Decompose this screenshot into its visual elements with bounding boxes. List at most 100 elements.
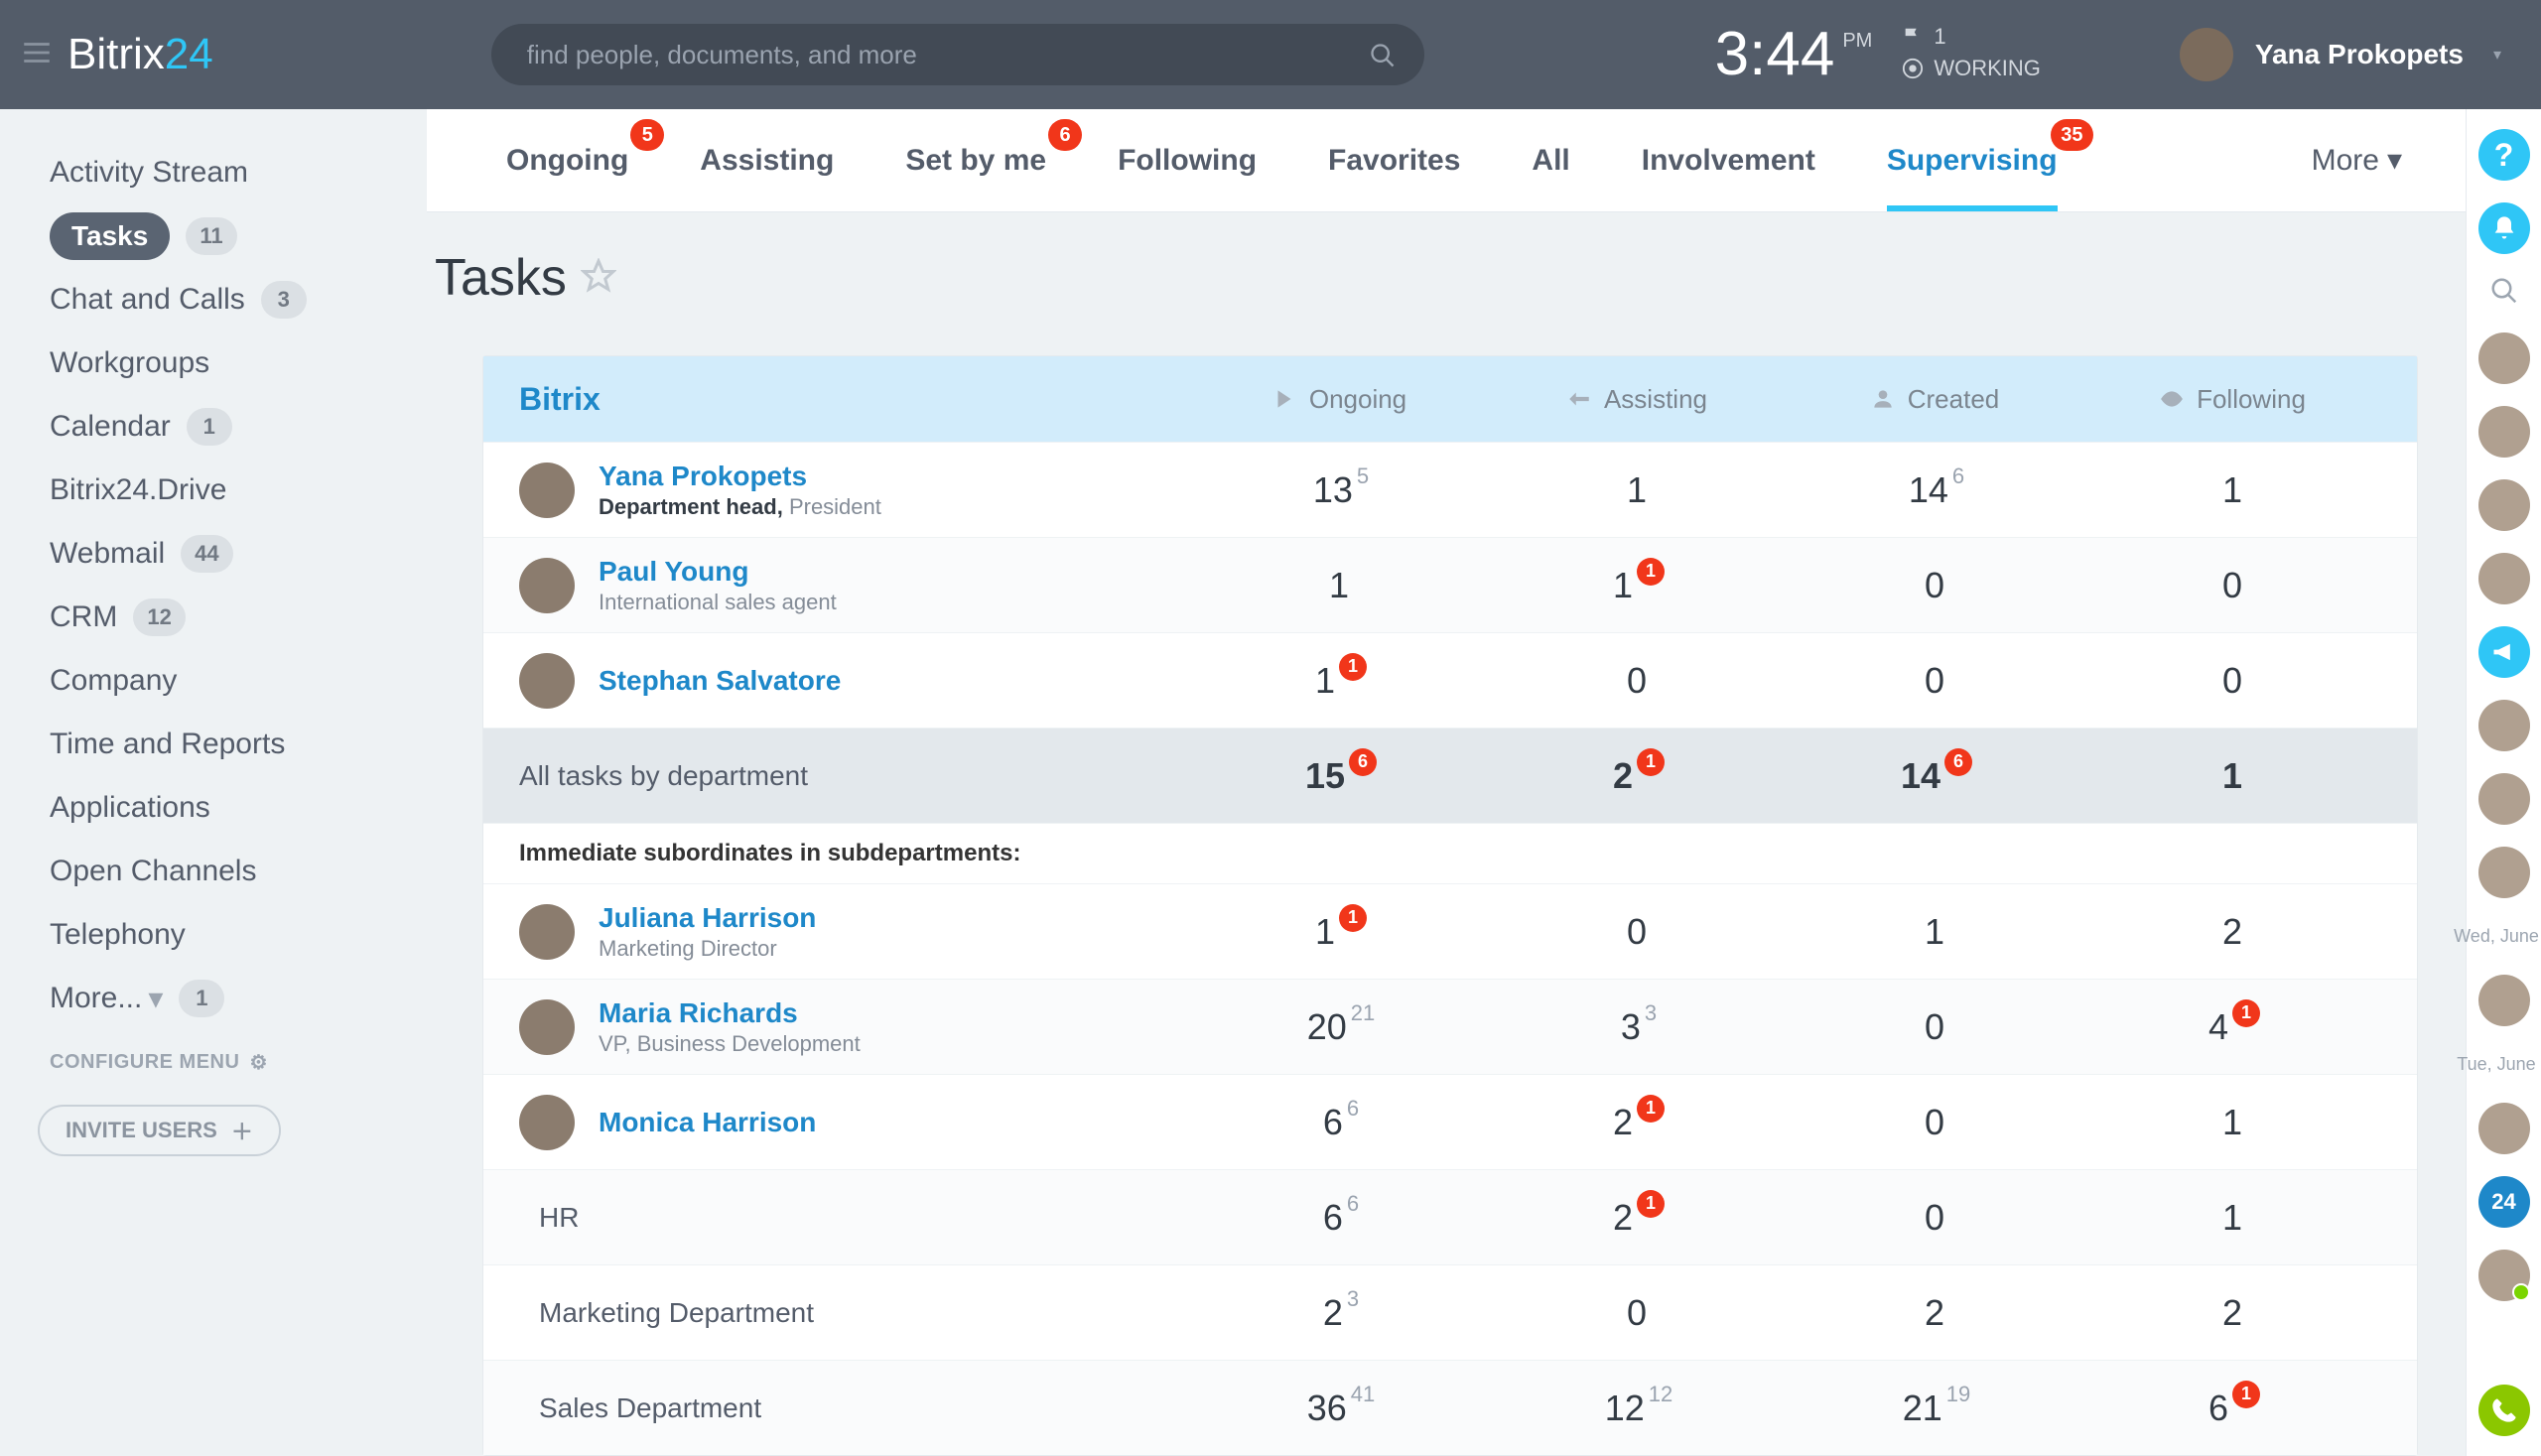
- company-name[interactable]: Bitrix: [519, 381, 1190, 418]
- avatar: [2180, 28, 2233, 81]
- rail-date: Tue, June 6: [2457, 1048, 2541, 1081]
- sidebar-item[interactable]: Telephony: [24, 903, 403, 967]
- search-input[interactable]: [491, 24, 1424, 85]
- contact-avatar[interactable]: [2478, 700, 2530, 751]
- col-ongoing[interactable]: Ongoing: [1190, 384, 1488, 415]
- person-name[interactable]: Paul Young: [599, 556, 837, 588]
- contact-avatar[interactable]: [2478, 1103, 2530, 1154]
- sidebar-item[interactable]: Open Channels: [24, 840, 403, 903]
- help-button[interactable]: ?: [2478, 129, 2530, 181]
- sidebar-item[interactable]: Chat and Calls3: [24, 268, 403, 331]
- dept-label: Sales Department: [519, 1392, 1190, 1424]
- table-row[interactable]: Paul YoungInternational sales agent11100: [483, 537, 2417, 632]
- table-cell: 11: [1190, 911, 1488, 953]
- totals-label: All tasks by department: [519, 760, 1190, 792]
- table-row[interactable]: Monica Harrison662101: [483, 1074, 2417, 1169]
- person-name[interactable]: Juliana Harrison: [599, 902, 816, 934]
- tab[interactable]: Favorites: [1292, 109, 1496, 211]
- contact-avatar[interactable]: [2478, 773, 2530, 825]
- menu-icon[interactable]: [20, 36, 60, 74]
- table-row[interactable]: Yana ProkopetsDepartment head, President…: [483, 442, 2417, 537]
- sidebar-badge: 44: [181, 535, 232, 573]
- col-created[interactable]: Created: [1786, 384, 2083, 415]
- sidebar-item[interactable]: Workgroups: [24, 331, 403, 395]
- clock[interactable]: 3:44 PM 1 WORKING: [1715, 24, 2041, 85]
- tab[interactable]: Following: [1082, 109, 1292, 211]
- table-row[interactable]: Juliana HarrisonMarketing Director11012: [483, 883, 2417, 979]
- table-cell: 2021: [1190, 1006, 1488, 1048]
- sidebar-item-label: Chat and Calls: [50, 283, 245, 317]
- person-name[interactable]: Maria Richards: [599, 997, 861, 1029]
- contact-avatar[interactable]: [2478, 479, 2530, 531]
- tab[interactable]: Involvement: [1606, 109, 1851, 211]
- sidebar-item[interactable]: Activity Stream: [24, 141, 403, 204]
- announce-button[interactable]: [2478, 626, 2530, 678]
- tabs-more[interactable]: More ▾: [2292, 143, 2422, 178]
- invite-label: INVITE USERS: [66, 1118, 217, 1143]
- contact-avatar[interactable]: [2478, 332, 2530, 384]
- table-row[interactable]: Sales Department36411212211961: [483, 1360, 2417, 1455]
- sidebar-item-label: Applications: [50, 791, 210, 825]
- tab[interactable]: Assisting: [664, 109, 869, 211]
- sidebar-item[interactable]: Webmail44: [24, 522, 403, 586]
- bitrix24-badge[interactable]: 24: [2478, 1176, 2530, 1228]
- table-cell: 66: [1190, 1102, 1488, 1143]
- sidebar-item[interactable]: Time and Reports: [24, 713, 403, 776]
- tab[interactable]: Set by me6: [869, 109, 1082, 211]
- contact-avatar[interactable]: [2478, 1250, 2530, 1301]
- sidebar-badge: 11: [186, 217, 236, 255]
- sidebar-item[interactable]: CRM12: [24, 586, 403, 649]
- table-cell: 0: [1488, 660, 1786, 702]
- contact-avatar[interactable]: [2478, 553, 2530, 604]
- col-following[interactable]: Following: [2083, 384, 2381, 415]
- table-cell: 2: [2083, 1292, 2381, 1334]
- table-row[interactable]: Maria RichardsVP, Business Development20…: [483, 979, 2417, 1074]
- sidebar-item[interactable]: Tasks 11: [24, 204, 403, 268]
- sidebar-item[interactable]: Bitrix24.Drive: [24, 459, 403, 522]
- flag-indicator: 1: [1902, 24, 2041, 50]
- avatar: [519, 463, 575, 518]
- search-icon[interactable]: [1369, 42, 1397, 74]
- dept-label: HR: [519, 1202, 1190, 1234]
- person-role: Marketing Director: [599, 936, 816, 962]
- sidebar-item-label: Company: [50, 664, 177, 698]
- invite-users-button[interactable]: INVITE USERS ＋: [38, 1105, 281, 1156]
- search-wrap: [491, 24, 1424, 85]
- table-cell: 146: [1786, 469, 2083, 511]
- sidebar-item-label: Activity Stream: [50, 156, 248, 190]
- call-button[interactable]: [2478, 1385, 2530, 1436]
- sidebar-item-label: Tasks: [50, 212, 170, 260]
- page-title: Tasks: [435, 248, 567, 308]
- star-icon[interactable]: [581, 258, 616, 299]
- table-row[interactable]: Stephan Salvatore11000: [483, 632, 2417, 728]
- sidebar-more[interactable]: More... ▾ 1: [24, 967, 403, 1030]
- sidebar-item[interactable]: Company: [24, 649, 403, 713]
- sidebar-badge: 1: [187, 408, 232, 446]
- table-row[interactable]: HR662101: [483, 1169, 2417, 1264]
- user-menu[interactable]: Yana Prokopets ▾: [2180, 28, 2501, 81]
- contact-avatar[interactable]: [2478, 847, 2530, 898]
- person-name[interactable]: Monica Harrison: [599, 1107, 816, 1138]
- notifications-button[interactable]: [2478, 202, 2530, 254]
- col-assisting[interactable]: Assisting: [1488, 384, 1786, 415]
- tab[interactable]: Ongoing5: [470, 109, 664, 211]
- table-cell: 1: [2083, 469, 2381, 511]
- configure-menu[interactable]: CONFIGURE MENU ⚙: [24, 1030, 403, 1105]
- contact-avatar[interactable]: [2478, 406, 2530, 458]
- tab[interactable]: All: [1496, 109, 1605, 211]
- contact-avatar[interactable]: [2478, 975, 2530, 1026]
- sidebar-item[interactable]: Calendar1: [24, 395, 403, 459]
- sidebar: Activity Stream Tasks 11 Chat and Calls3Wor…: [0, 109, 427, 1456]
- table-cell: 3641: [1190, 1388, 1488, 1429]
- plus-icon: ＋: [231, 1115, 253, 1146]
- rail-search-icon[interactable]: [2489, 276, 2519, 311]
- tabs-more-label: More: [2312, 144, 2379, 178]
- person-name[interactable]: Stephan Salvatore: [599, 665, 841, 697]
- table-row[interactable]: Marketing Department23022: [483, 1264, 2417, 1360]
- table-cell: 33: [1488, 1006, 1786, 1048]
- logo[interactable]: Bitrix 24: [67, 30, 213, 79]
- chevron-down-icon: ▾: [148, 982, 163, 1016]
- sidebar-item[interactable]: Applications: [24, 776, 403, 840]
- tab[interactable]: Supervising35: [1851, 109, 2093, 211]
- person-name[interactable]: Yana Prokopets: [599, 461, 881, 492]
